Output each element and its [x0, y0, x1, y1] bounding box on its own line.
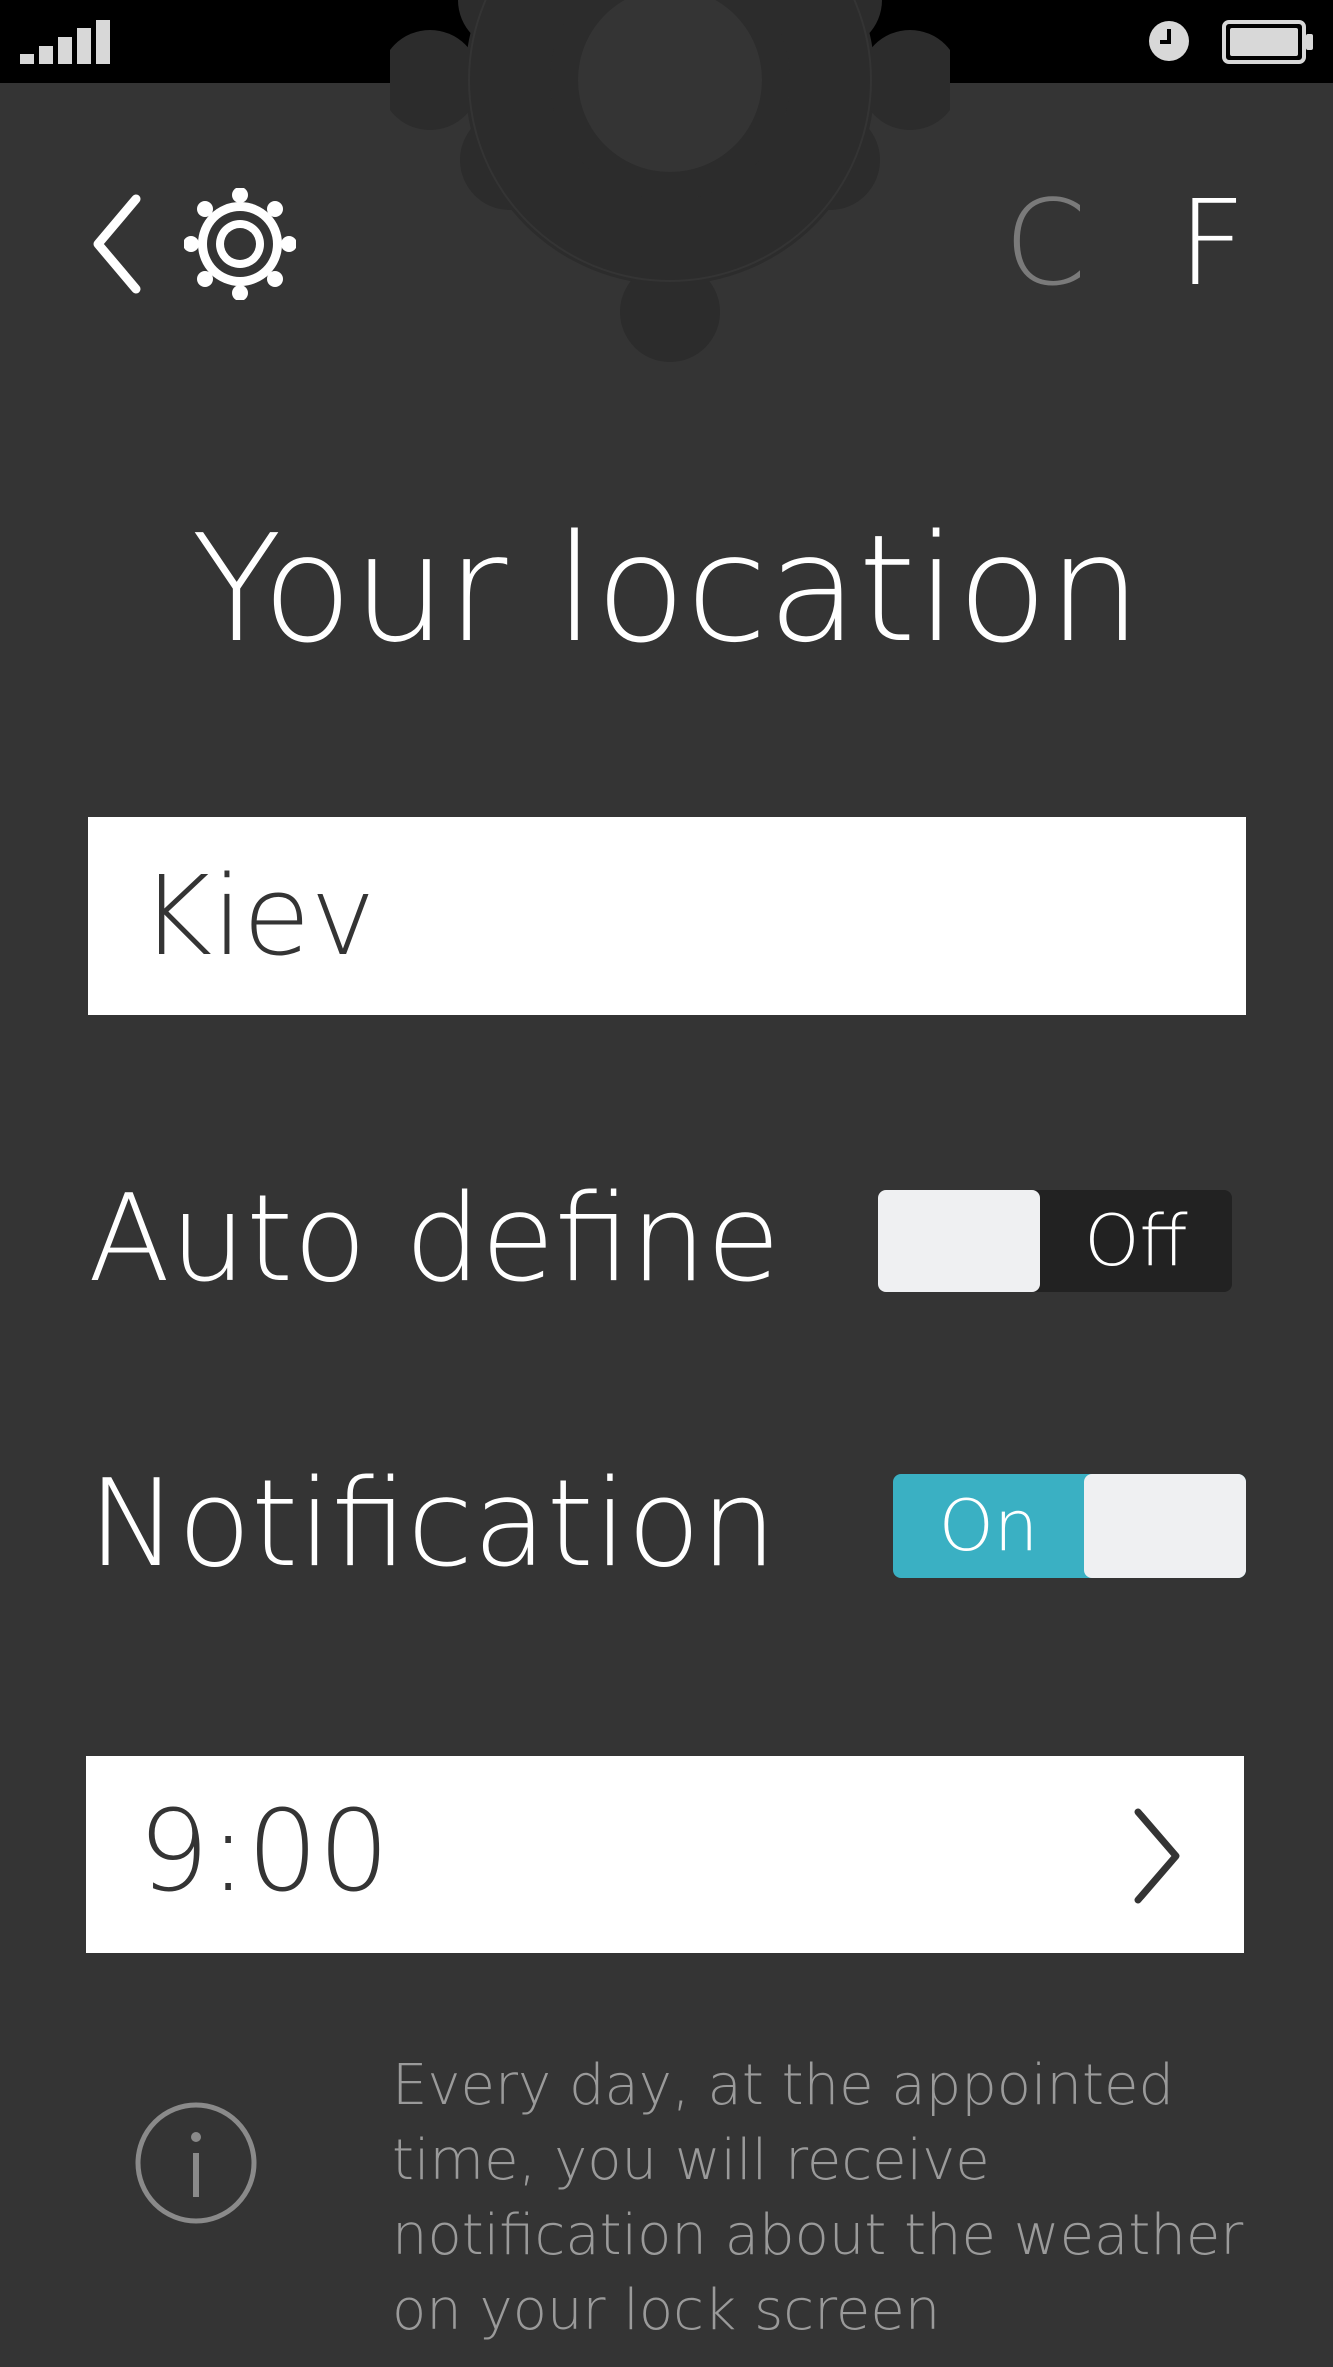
gear-icon[interactable] [184, 188, 296, 300]
info-icon [135, 2102, 257, 2224]
page-title: Your location [191, 503, 1142, 675]
unit-celsius-toggle[interactable]: C [1004, 178, 1086, 308]
auto-define-label: Auto define [88, 1170, 781, 1309]
battery-full-icon [1222, 20, 1313, 64]
chevron-left-icon[interactable] [88, 193, 144, 295]
notification-label: Notification [88, 1455, 777, 1594]
unit-fahrenheit-toggle[interactable]: F [1178, 178, 1246, 308]
toggle-knob [878, 1190, 1040, 1292]
chevron-right-icon [1134, 1808, 1180, 1904]
notification-toggle[interactable]: On [893, 1474, 1246, 1578]
info-text: Every day, at the appointed time, you wi… [392, 2053, 1244, 2343]
auto-define-toggle[interactable]: Off [878, 1190, 1232, 1292]
background-gear-icon [390, 0, 950, 362]
toggle-state-label: On [938, 1485, 1039, 1567]
alarm-clock-icon [1149, 21, 1189, 61]
toggle-state-label: Off [1084, 1200, 1188, 1282]
notification-time-picker[interactable]: 9:00 [86, 1756, 1244, 1953]
toggle-knob [1084, 1474, 1246, 1578]
location-input[interactable] [88, 817, 1246, 1015]
notification-time-value: 9:00 [138, 1787, 390, 1917]
